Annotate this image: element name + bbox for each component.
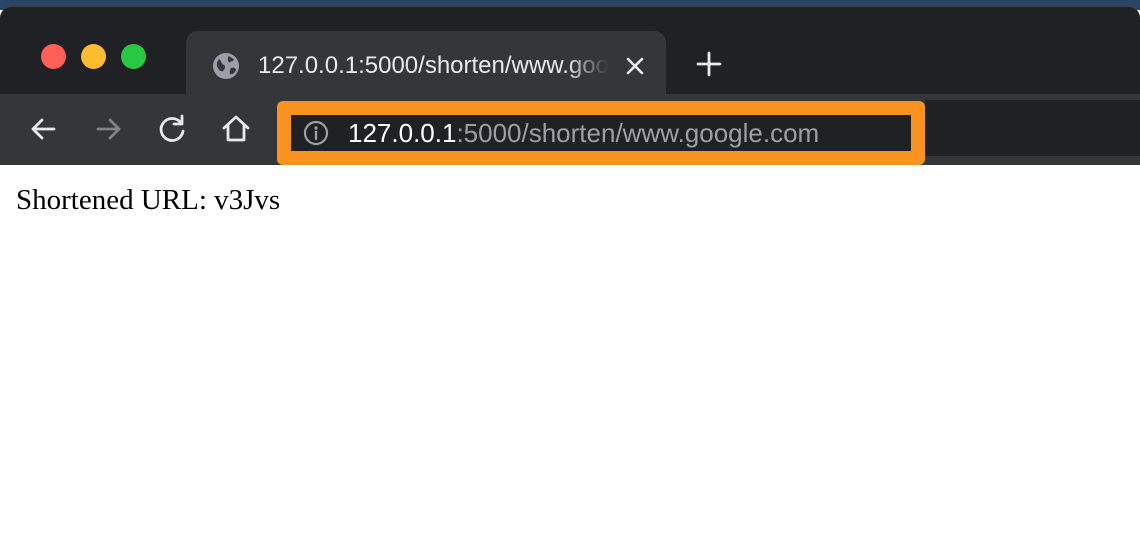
browser-window: 127.0.0.1:5000/shorten/www.google.com bbox=[0, 0, 1140, 540]
browser-toolbar: 127.0.0.1:5000/shorten/www.google.com bbox=[0, 94, 1140, 165]
tab-active[interactable]: 127.0.0.1:5000/shorten/www.google.com bbox=[186, 31, 666, 101]
address-bar-background bbox=[925, 100, 1140, 156]
arrow-left-icon[interactable] bbox=[27, 112, 61, 146]
page-content: Shortened URL: v3Jvs bbox=[0, 165, 1140, 540]
url-host: 127.0.0.1 bbox=[348, 118, 457, 148]
url-input[interactable]: 127.0.0.1:5000/shorten/www.google.com bbox=[291, 115, 911, 151]
info-icon[interactable] bbox=[303, 120, 329, 146]
maximize-window-button[interactable] bbox=[121, 44, 146, 69]
home-icon[interactable] bbox=[219, 112, 253, 146]
url-path: :5000/shorten/www.google.com bbox=[456, 118, 820, 148]
tab-bar: 127.0.0.1:5000/shorten/www.google.com bbox=[0, 6, 1140, 101]
shortened-url-text: Shortened URL: v3Jvs bbox=[16, 184, 281, 216]
close-icon[interactable] bbox=[622, 53, 648, 79]
url-text: 127.0.0.1:5000/shorten/www.google.com bbox=[348, 115, 819, 151]
reload-icon[interactable] bbox=[155, 112, 189, 146]
arrow-right-icon[interactable] bbox=[91, 112, 125, 146]
tab-title: 127.0.0.1:5000/shorten/www.google.com bbox=[258, 52, 608, 79]
globe-icon bbox=[213, 53, 239, 79]
minimize-window-button[interactable] bbox=[81, 44, 106, 69]
close-window-button[interactable] bbox=[41, 44, 66, 69]
plus-icon[interactable] bbox=[694, 49, 724, 79]
